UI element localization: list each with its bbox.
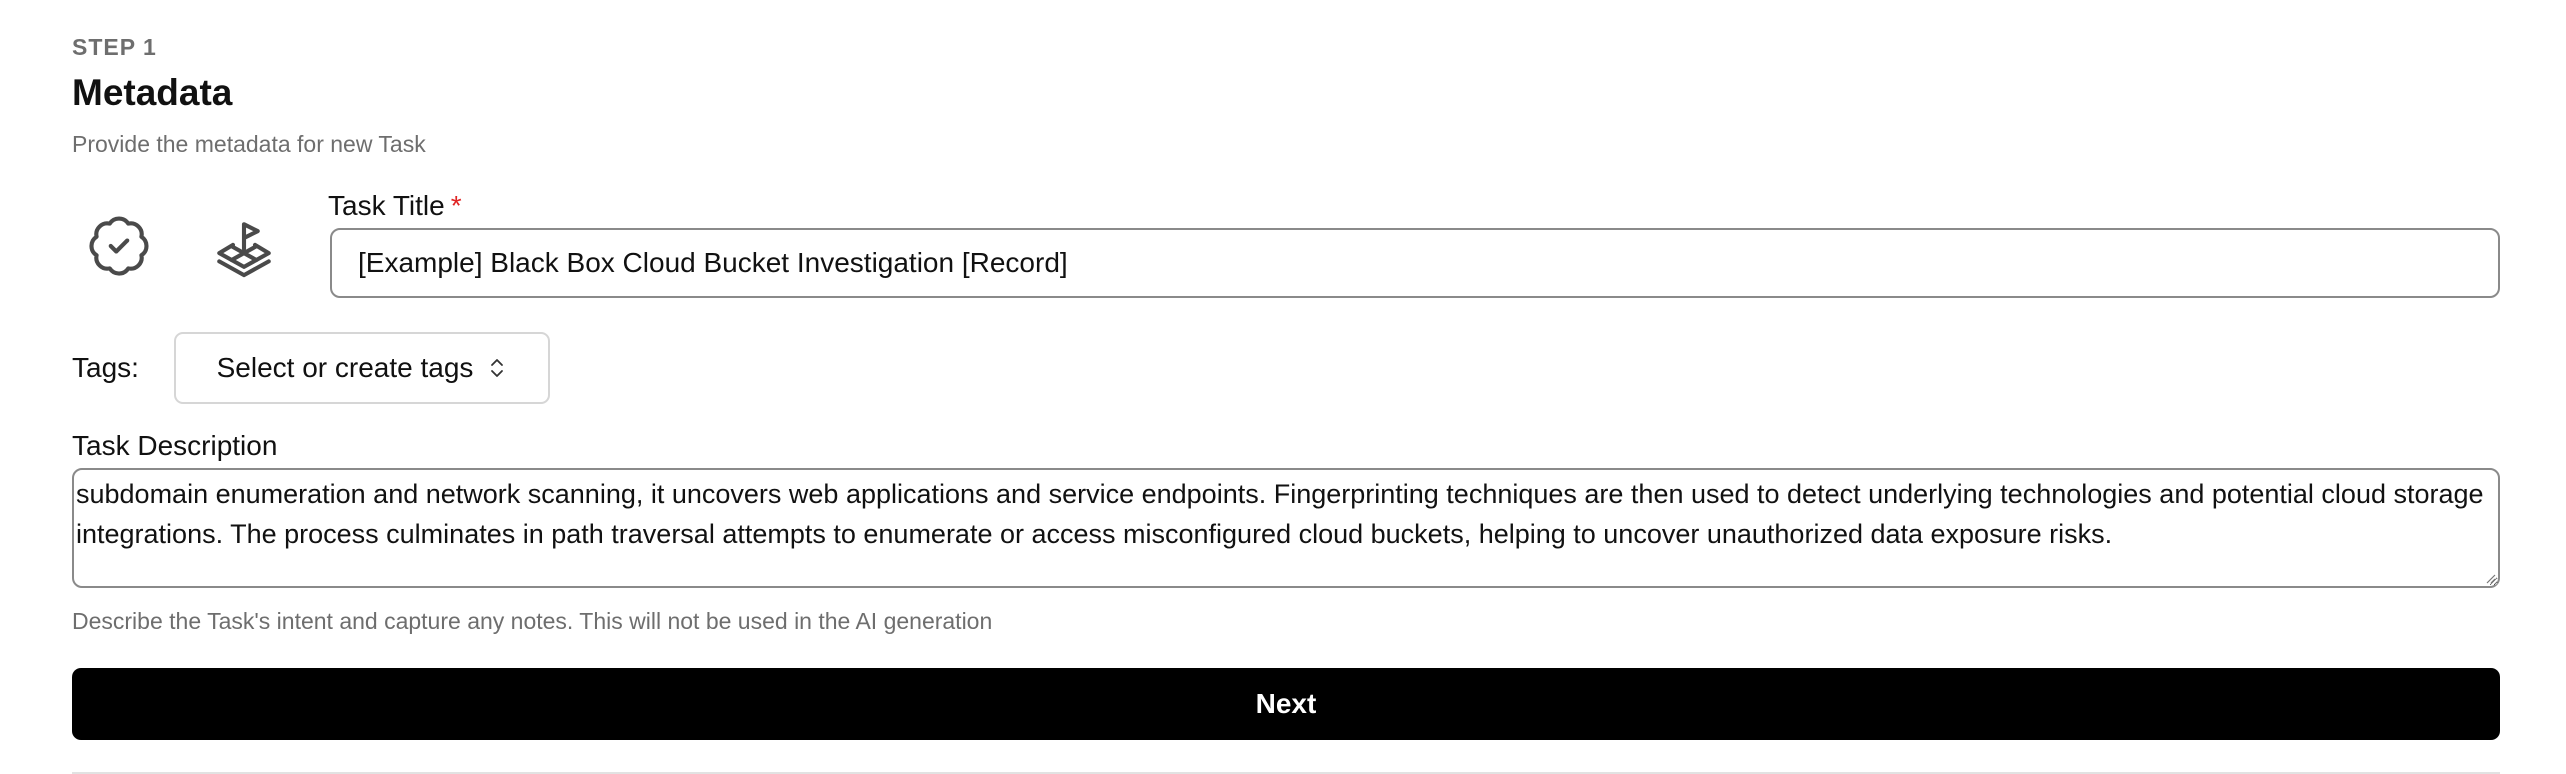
task-description-textarea[interactable]: subdomain enumeration and network scanni… [72, 468, 2500, 588]
page-title: Metadata [72, 72, 233, 113]
next-button[interactable]: Next [72, 668, 2500, 740]
badge-check-icon[interactable] [86, 210, 152, 282]
tags-select-label: Select or create tags [216, 352, 474, 383]
resize-handle-icon[interactable] [2484, 572, 2496, 584]
tags-label: Tags: [72, 352, 139, 383]
flag-layers-icon[interactable] [211, 216, 277, 282]
tags-select-button[interactable]: Select or create tags [174, 332, 550, 404]
task-description-hint: Describe the Task's intent and capture a… [72, 608, 993, 634]
required-marker: * [450, 190, 462, 221]
step-indicator: STEP 1 [72, 34, 157, 60]
task-title-input[interactable] [330, 228, 2500, 298]
chevrons-up-down-icon [491, 359, 504, 377]
page-subtitle: Provide the metadata for new Task [72, 131, 426, 157]
task-title-label: Task Title * [328, 190, 462, 222]
task-description-label: Task Description [72, 430, 278, 461]
task-title-label-text: Task Title [328, 190, 445, 221]
